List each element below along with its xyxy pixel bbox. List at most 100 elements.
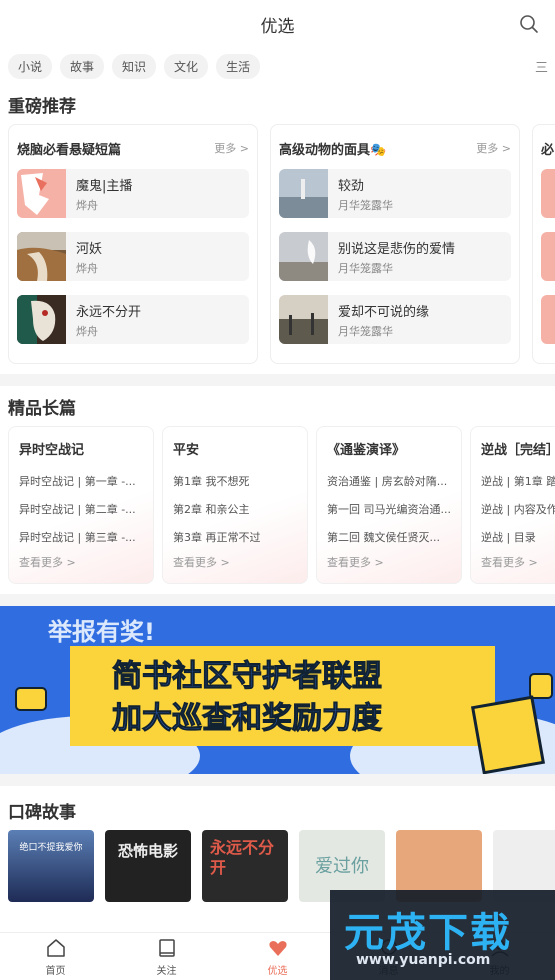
cover-image — [17, 232, 66, 281]
search-icon[interactable] — [519, 14, 539, 34]
tags-menu-icon[interactable]: 三 — [535, 57, 555, 75]
item-name: 较劲 — [338, 178, 365, 194]
more-link[interactable]: 更多 > — [214, 140, 249, 156]
category-tags: 小说 故事 知识 文化 生活 三 — [0, 48, 555, 84]
item-author: 月华笼露华 — [338, 261, 393, 275]
watermark-url: www.yuanpi.com — [356, 952, 491, 968]
section-title-long: 精品长篇 — [8, 398, 76, 419]
chapter-link[interactable]: 逆战 | 目录 — [481, 524, 555, 552]
item-author: 月华笼露华 — [338, 198, 393, 212]
item-author: 烨舟 — [76, 261, 98, 275]
tag-knowledge[interactable]: 知识 — [112, 53, 157, 79]
long-book-card[interactable]: 逆战［完结］ 逆战 | 第1章 踏 逆战 | 内容及作 逆战 | 目录 查看更多… — [470, 426, 555, 584]
list-item[interactable] — [541, 232, 555, 281]
cover-text: 绝口不提我爱你 — [19, 843, 83, 853]
chapter-link[interactable]: 异时空战记 | 第二章 -... — [19, 496, 143, 524]
list-item[interactable]: 河妖 烨舟 — [17, 232, 249, 281]
recommend-card[interactable]: 烧脑必看悬疑短篇 更多 > 魔鬼|主播 烨舟 河妖 烨舟 永远不分开 烨舟 — [8, 124, 258, 364]
chapter-link[interactable]: 异时空战记 | 第三章 -... — [19, 524, 143, 552]
divider — [0, 374, 555, 386]
recommend-card-partial[interactable]: 必 — [532, 124, 555, 364]
chapter-link[interactable]: 资治通鉴 | 房玄龄对隋... — [327, 468, 451, 496]
watermark-text: 元茂下载 — [344, 910, 512, 956]
cover-image — [279, 169, 328, 218]
list-item[interactable] — [541, 169, 555, 218]
item-name: 河妖 — [76, 241, 103, 257]
item-name: 爱却不可说的缘 — [338, 304, 430, 320]
item-author: 月华笼露华 — [338, 324, 393, 338]
item-name: 永远不分开 — [76, 304, 142, 320]
list-item[interactable]: 永远不分开 烨舟 — [17, 295, 249, 344]
tag-story[interactable]: 故事 — [60, 53, 105, 79]
see-more-link[interactable]: 查看更多 > — [327, 554, 451, 570]
cover-image — [17, 295, 66, 344]
long-book-card[interactable]: 《通鉴演译》 资治通鉴 | 房玄龄对隋... 第一回 司马光编资治通... 第二… — [316, 426, 462, 584]
cover-image — [541, 232, 555, 281]
list-item[interactable]: 别说这是悲伤的爱情 月华笼露华 — [279, 232, 511, 281]
long-books-row: 异时空战记 异时空战记 | 第一章 -... 异时空战记 | 第二章 -... … — [0, 426, 555, 584]
long-book-card[interactable]: 平安 第1章 我不想死 第2章 和亲公主 第3章 再正常不过 查看更多 > — [162, 426, 308, 584]
card-title: 烧脑必看悬疑短篇 — [17, 142, 122, 158]
promo-banner[interactable]: 举报有奖! 简书社区守护者联盟 加大巡查和奖励力度 — [0, 606, 555, 774]
more-link[interactable]: 更多 > — [476, 140, 511, 156]
story-cover[interactable]: 恐怖电影 — [105, 830, 191, 902]
app-page: 优选 小说 故事 知识 文化 生活 三 重磅推荐 烧脑必看悬疑短篇 更多 > 魔… — [0, 0, 555, 980]
list-item[interactable]: 魔鬼|主播烨舟 — [17, 169, 249, 218]
chapter-link[interactable]: 第1章 我不想死 — [173, 468, 297, 496]
banner-line2: 简书社区守护者联盟 — [112, 659, 382, 694]
cover-image — [279, 232, 328, 281]
item-name: 别说这是悲伤的爱情 — [338, 241, 456, 257]
cover-text: 永远不分开 — [210, 838, 275, 877]
cover-text: 爱过你 — [315, 856, 369, 877]
see-more-link[interactable]: 查看更多 > — [19, 554, 143, 570]
tab-featured[interactable]: 优选 — [222, 933, 333, 980]
section-title-praise: 口碑故事 — [8, 802, 76, 823]
tab-label: 首页 — [45, 965, 66, 977]
watermark: 元茂下载 www.yuanpi.com — [330, 890, 555, 980]
chapter-link[interactable]: 逆战 | 第1章 踏 — [481, 468, 555, 496]
book-icon — [156, 937, 178, 959]
long-book-card[interactable]: 异时空战记 异时空战记 | 第一章 -... 异时空战记 | 第二章 -... … — [8, 426, 154, 584]
cover-image — [279, 295, 328, 344]
story-cover[interactable]: 永远不分开 — [202, 830, 288, 902]
tag-life[interactable]: 生活 — [216, 53, 261, 79]
tab-home[interactable]: 首页 — [0, 933, 111, 980]
heart-icon — [267, 937, 289, 959]
divider — [0, 774, 555, 786]
see-more-link[interactable]: 查看更多 > — [173, 554, 297, 570]
list-item[interactable]: 较劲 月华笼露华 — [279, 169, 511, 218]
cover-image — [541, 295, 555, 344]
chapter-link[interactable]: 异时空战记 | 第一章 -... — [19, 468, 143, 496]
chapter-link[interactable]: 逆战 | 内容及作 — [481, 496, 555, 524]
item-name: 魔鬼|主播 — [76, 178, 133, 194]
list-item[interactable] — [541, 295, 555, 344]
banner-line1: 举报有奖! — [47, 618, 155, 646]
book-title: 逆战［完结］ — [481, 443, 555, 458]
home-icon — [45, 937, 67, 959]
tab-label: 关注 — [156, 965, 177, 977]
recommend-card[interactable]: 高级动物的面具🎭 更多 > 较劲月华笼露华 别说这是悲伤的爱情 月华笼露华 爱却不… — [270, 124, 520, 364]
tag-novel[interactable]: 小说 — [8, 53, 53, 79]
card-title: 高级动物的面具🎭 — [279, 142, 387, 158]
cover-image — [17, 169, 66, 218]
chapter-link[interactable]: 第2章 和亲公主 — [173, 496, 297, 524]
tab-follow[interactable]: 关注 — [111, 933, 222, 980]
chapter-link[interactable]: 第二回 魏文侯任贤灭... — [327, 524, 451, 552]
chapter-link[interactable]: 第3章 再正常不过 — [173, 524, 297, 552]
item-author: 烨舟 — [76, 324, 98, 338]
list-item[interactable]: 爱却不可说的缘 月华笼露华 — [279, 295, 511, 344]
story-cover[interactable]: 绝口不提我爱你 — [8, 830, 94, 902]
tag-culture[interactable]: 文化 — [164, 53, 209, 79]
tab-label: 优选 — [267, 965, 288, 977]
see-more-link[interactable]: 查看更多 > — [481, 554, 555, 570]
card-title: 必 — [541, 142, 555, 158]
section-title-recommend: 重磅推荐 — [8, 96, 76, 117]
banner-line3: 加大巡查和奖励力度 — [112, 701, 382, 736]
cover-image — [541, 169, 555, 218]
recommend-row: 烧脑必看悬疑短篇 更多 > 魔鬼|主播 烨舟 河妖 烨舟 永远不分开 烨舟 高级动物的… — [0, 124, 555, 364]
book-title: 《通鉴演译》 — [327, 443, 406, 458]
book-title: 平安 — [173, 443, 200, 458]
chapter-link[interactable]: 第一回 司马光编资治通... — [327, 496, 451, 524]
item-author: 烨舟 — [76, 198, 98, 212]
divider — [0, 594, 555, 606]
